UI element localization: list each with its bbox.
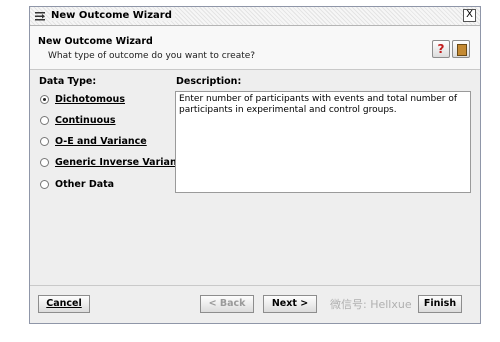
header-title: New Outcome Wizard bbox=[38, 36, 153, 47]
header-subtitle: What type of outcome do you want to crea… bbox=[48, 51, 256, 61]
wizard-header: New Outcome Wizard What type of outcome … bbox=[30, 26, 480, 70]
handbook-button[interactable] bbox=[452, 40, 470, 58]
book-icon bbox=[457, 44, 467, 56]
close-button[interactable]: X bbox=[463, 9, 476, 22]
radio-label: O-E and Variance bbox=[55, 136, 147, 147]
cancel-button[interactable]: Cancel bbox=[38, 295, 90, 313]
radio-button[interactable] bbox=[40, 158, 49, 167]
radio-button[interactable] bbox=[40, 137, 49, 146]
radio-label: Continuous bbox=[55, 115, 116, 126]
radio-label: Generic Inverse Variance bbox=[55, 157, 189, 168]
help-button[interactable]: ? bbox=[432, 40, 450, 58]
radio-button[interactable] bbox=[40, 116, 49, 125]
window-title: New Outcome Wizard bbox=[50, 10, 175, 21]
footer-divider bbox=[30, 285, 480, 286]
wizard-window: New Outcome Wizard X New Outcome Wizard … bbox=[29, 6, 481, 324]
description-label: Description: bbox=[176, 76, 242, 87]
description-box: Enter number of participants with events… bbox=[175, 91, 471, 193]
finish-button[interactable]: Finish bbox=[418, 295, 462, 313]
radio-button[interactable] bbox=[40, 95, 49, 104]
title-bar[interactable]: New Outcome Wizard X bbox=[30, 7, 480, 26]
wizard-icon bbox=[35, 12, 45, 21]
next-button[interactable]: Next > bbox=[263, 295, 317, 313]
watermark: 微信号: Hellxue bbox=[330, 298, 412, 311]
radio-label: Dichotomous bbox=[55, 94, 125, 105]
radio-label: Other Data bbox=[55, 179, 115, 190]
data-type-label: Data Type: bbox=[39, 76, 97, 87]
back-button[interactable]: < Back bbox=[200, 295, 254, 313]
radio-button[interactable] bbox=[40, 180, 49, 189]
